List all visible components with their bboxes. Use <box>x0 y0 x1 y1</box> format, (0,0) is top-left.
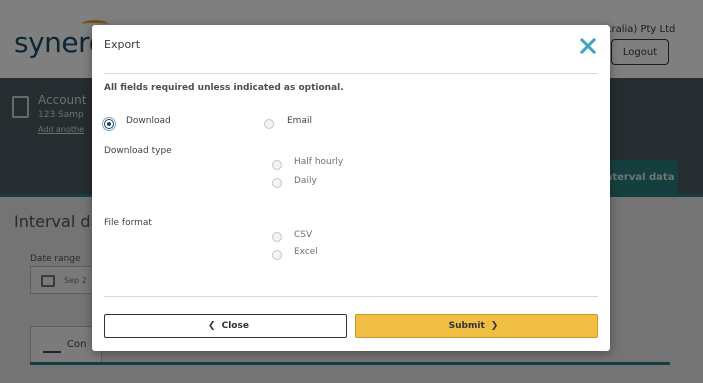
close-x-icon[interactable] <box>579 36 597 56</box>
radio-excel[interactable] <box>272 250 282 260</box>
close-button[interactable]: ❮ Close <box>104 314 347 338</box>
footer-divider <box>104 296 598 297</box>
radio-excel-label[interactable]: Excel <box>294 247 318 257</box>
close-button-label: Close <box>221 321 249 331</box>
radio-daily-label[interactable]: Daily <box>294 176 317 186</box>
submit-button[interactable]: Submit ❯ <box>355 314 598 338</box>
chevron-left-icon: ❮ <box>208 321 216 331</box>
radio-daily[interactable] <box>272 178 282 188</box>
file-format-label: File format <box>104 218 152 228</box>
dialog-title: Export <box>104 38 141 51</box>
radio-email-label[interactable]: Email <box>287 116 312 126</box>
export-dialog: Export All fields required unless indica… <box>92 25 610 351</box>
radio-download[interactable] <box>104 119 114 129</box>
chevron-right-icon: ❯ <box>490 321 499 331</box>
radio-csv[interactable] <box>272 232 282 242</box>
submit-button-label: Submit <box>448 321 485 331</box>
radio-email[interactable] <box>264 119 274 129</box>
radio-csv-label[interactable]: CSV <box>294 230 312 240</box>
radio-download-label[interactable]: Download <box>126 116 171 126</box>
download-type-label: Download type <box>104 146 172 156</box>
required-note: All fields required unless indicated as … <box>104 83 344 93</box>
radio-half-hourly-label[interactable]: Half hourly <box>294 157 343 167</box>
radio-half-hourly[interactable] <box>272 160 282 170</box>
header-divider <box>104 73 598 74</box>
